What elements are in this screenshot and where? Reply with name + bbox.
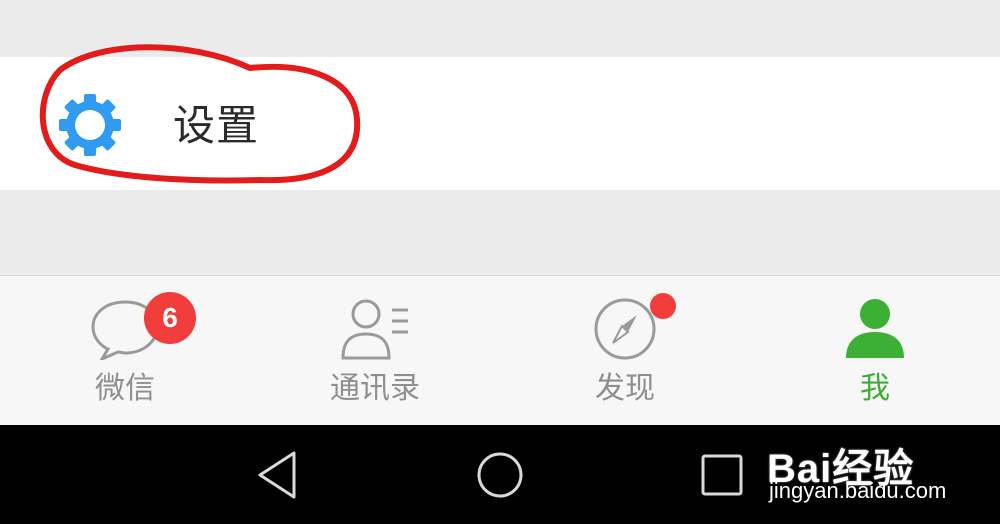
unread-badge: 6 [144,292,196,344]
settings-row[interactable] [0,57,1000,190]
tab-me[interactable]: 我 [750,276,1000,426]
baidu-jingyan-watermark: Bai经验 jingyan.baidu.com [767,418,997,524]
watermark-url: jingyan.baidu.com [769,478,947,503]
screen: 设置 6 微信 通讯录 发现 我 Bai经验 jingyan.baidu.com [0,0,1000,524]
tab-label: 我 [860,371,890,406]
tab-label: 通讯录 [330,371,420,406]
tab-contacts[interactable]: 通讯录 [250,276,500,426]
recents-icon[interactable] [694,447,750,503]
tab-label: 发现 [595,371,655,406]
tab-discover[interactable]: 发现 [500,276,750,426]
back-icon[interactable] [250,447,306,503]
contacts-icon [341,299,408,360]
home-icon[interactable] [472,447,528,503]
person-icon [846,299,904,358]
notification-dot [650,293,676,319]
bottom-tab-bar: 6 微信 通讯录 发现 我 [0,275,1000,426]
settings-label: 设置 [173,101,260,150]
tab-chats[interactable]: 6 微信 [0,276,250,426]
gear-icon [59,94,121,156]
tab-label: 微信 [95,371,155,406]
